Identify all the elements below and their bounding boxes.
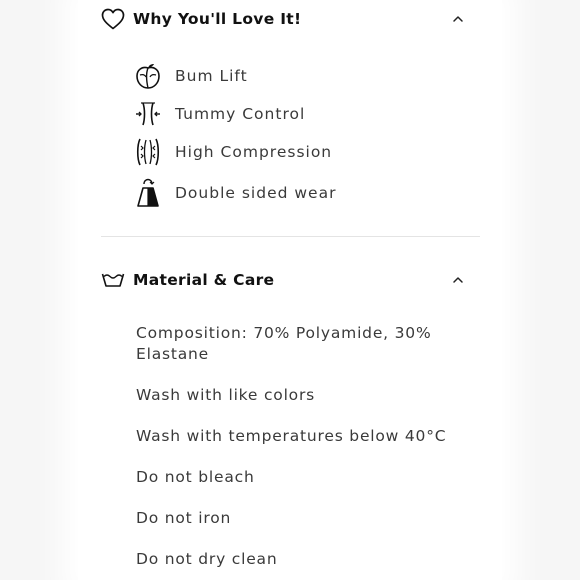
section-divider [101, 236, 480, 237]
material-section-header[interactable]: Material & Care [101, 266, 481, 294]
why-section-title: Why You'll Love It! [133, 10, 302, 28]
chevron-up-icon[interactable] [450, 11, 466, 27]
feature-label: Double sided wear [175, 184, 337, 202]
feature-label: Bum Lift [175, 67, 248, 85]
washing-tub-icon [101, 268, 125, 292]
feature-item-tummy-control: Tummy Control [135, 98, 305, 130]
compression-icon [135, 137, 161, 167]
feature-item-high-compression: High Compression [135, 136, 332, 168]
feature-label: Tummy Control [175, 105, 306, 123]
care-line-composition: Composition: 70% Polyamide, 30% Elastane [136, 324, 432, 363]
feature-label: High Compression [175, 143, 333, 161]
care-line-wash-temperature: Wash with temperatures below 40°C [136, 427, 447, 445]
why-section-header[interactable]: Why You'll Love It! [101, 5, 481, 33]
material-section-title: Material & Care [133, 271, 275, 289]
care-line-no-bleach: Do not bleach [136, 468, 255, 486]
peach-icon [135, 61, 161, 91]
reversible-garment-icon [135, 178, 161, 208]
care-line-wash-colors: Wash with like colors [136, 386, 316, 404]
feature-item-bum-lift: Bum Lift [135, 60, 248, 92]
heart-icon [101, 7, 125, 31]
feature-item-double-sided-wear: Double sided wear [135, 177, 336, 209]
chevron-up-icon[interactable] [450, 272, 466, 288]
care-line-no-dry-clean: Do not dry clean [136, 550, 278, 568]
waist-icon [135, 99, 161, 129]
product-details-panel: Why You'll Love It! Bum Lift Tummy Contr… [0, 0, 580, 580]
care-line-no-iron: Do not iron [136, 509, 232, 527]
